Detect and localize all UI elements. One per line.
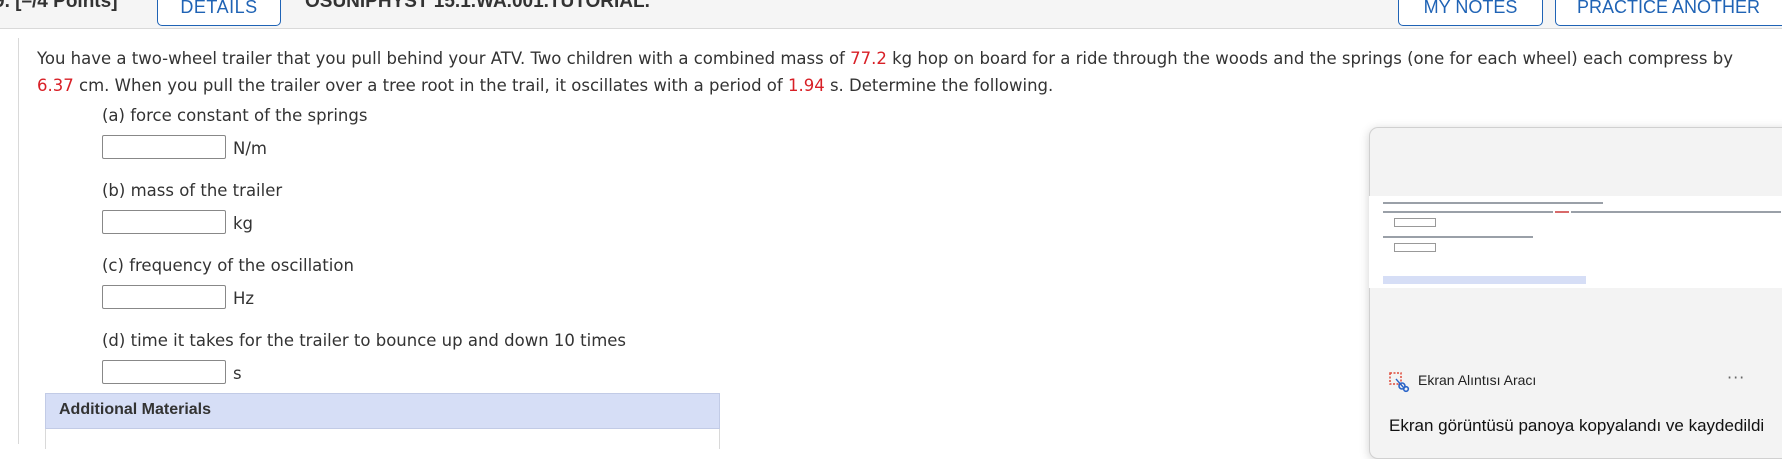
- thumbnail-text-line: [1383, 236, 1533, 238]
- statement-text: kg hop on board for a ride through the w…: [886, 49, 1733, 68]
- part-c-answer-input[interactable]: [102, 285, 226, 309]
- part-a-label: (a) force constant of the springs: [102, 106, 368, 125]
- question-border: [18, 38, 19, 444]
- snipping-tool-notification[interactable]: [1369, 127, 1782, 459]
- my-notes-button[interactable]: MY NOTES: [1398, 0, 1543, 26]
- notification-app-name: Ekran Alıntısı Aracı: [1418, 372, 1537, 388]
- part-b-label: (b) mass of the trailer: [102, 181, 283, 200]
- more-options-icon[interactable]: ···: [1727, 368, 1745, 387]
- statement-text: You have a two-wheel trailer that you pu…: [37, 49, 851, 68]
- thumbnail-input: [1394, 218, 1436, 227]
- thumbnail-text-line: [1555, 211, 1569, 213]
- thumbnail-text-line: [1571, 211, 1781, 213]
- given-period: 1.94: [787, 76, 825, 95]
- given-compression: 6.37: [37, 76, 74, 95]
- statement-text: s. Determine the following.: [824, 76, 1054, 95]
- details-button[interactable]: DETAILS: [157, 0, 281, 26]
- thumbnail-text-line: [1383, 202, 1603, 204]
- screenshot-thumbnail[interactable]: [1369, 196, 1782, 288]
- question-statement: You have a two-wheel trailer that you pu…: [37, 45, 1757, 99]
- part-c-label: (c) frequency of the oscillation: [102, 256, 354, 275]
- points-label: 9. [–/4 Points]: [0, 0, 118, 12]
- part-c-unit: Hz: [233, 289, 255, 308]
- given-mass: 77.2: [850, 49, 887, 68]
- question-id: OSUNIPHYST 15.1.WA.001.TUTORIAL.: [305, 0, 650, 12]
- part-b-unit: kg: [233, 214, 254, 233]
- statement-text: cm. When you pull the trailer over a tre…: [73, 76, 788, 95]
- part-d-answer-input[interactable]: [102, 360, 226, 384]
- practice-another-button[interactable]: PRACTICE ANOTHER: [1555, 0, 1782, 26]
- additional-materials-body: [45, 429, 720, 449]
- part-a-unit: N/m: [233, 139, 267, 158]
- part-b-answer-input[interactable]: [102, 210, 226, 234]
- notification-message: Ekran görüntüsü panoya kopyalandı ve kay…: [1389, 416, 1765, 435]
- thumbnail-text-line: [1383, 211, 1553, 213]
- additional-materials-label: Additional Materials: [59, 401, 212, 418]
- part-a-answer-input[interactable]: [102, 135, 226, 159]
- snipping-tool-icon: [1389, 372, 1410, 393]
- thumbnail-input: [1394, 243, 1436, 252]
- thumbnail-materials-bar: [1383, 276, 1586, 284]
- part-d-unit: s: [233, 364, 242, 383]
- part-d-label: (d) time it takes for the trailer to bou…: [102, 331, 627, 350]
- additional-materials-header[interactable]: Additional Materials: [45, 393, 720, 429]
